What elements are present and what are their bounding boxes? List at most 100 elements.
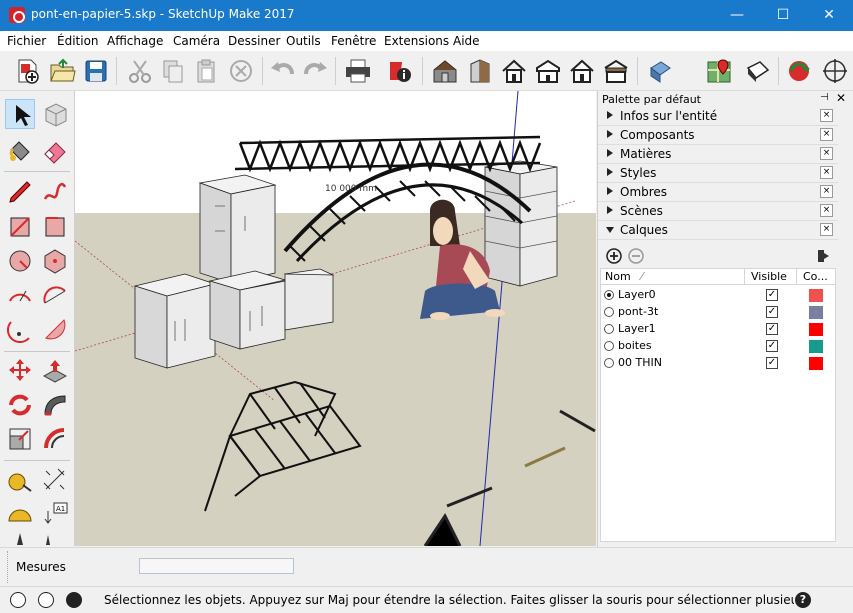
panel-close-button[interactable]: × (820, 204, 833, 217)
open-folder-icon[interactable] (47, 56, 77, 86)
pencil-line-icon[interactable] (5, 177, 35, 207)
warehouse-icon[interactable] (430, 56, 460, 86)
map-location-icon[interactable] (704, 56, 734, 86)
layer-row[interactable]: 00 THIN ✓ (601, 355, 835, 372)
eraser-icon[interactable] (40, 136, 70, 166)
new-file-icon[interactable] (12, 56, 42, 86)
share-model-icon[interactable] (743, 56, 773, 86)
active-layer-radio[interactable] (604, 290, 614, 300)
house-top-icon[interactable] (499, 56, 529, 86)
redo-icon[interactable] (300, 56, 330, 86)
menu-camera[interactable]: Caméra (173, 34, 220, 48)
menu-outils[interactable]: Outils (286, 34, 321, 48)
offset-icon[interactable] (40, 424, 70, 454)
push-pull-icon[interactable] (40, 356, 70, 386)
col-color[interactable]: Co... (803, 270, 828, 283)
panel-close-button[interactable]: × (820, 147, 833, 160)
visible-checkbox[interactable]: ✓ (766, 306, 778, 318)
tray-pin-icon[interactable]: ⊣ (820, 92, 829, 103)
select-arrow-icon[interactable] (5, 99, 35, 129)
user-account-icon[interactable] (66, 592, 82, 608)
menu-edition[interactable]: Édition (57, 34, 99, 48)
follow-me-icon[interactable] (40, 390, 70, 420)
paste-icon[interactable] (191, 56, 221, 86)
menu-affichage[interactable]: Affichage (107, 34, 163, 48)
building-front-icon[interactable] (465, 56, 495, 86)
arc-icon[interactable] (5, 281, 35, 311)
menu-extensions[interactable]: Extensions (384, 34, 449, 48)
panel-scenes[interactable]: Scènes × (598, 202, 838, 221)
house-left-icon[interactable] (533, 56, 563, 86)
measures-input[interactable] (139, 558, 294, 574)
house-right-icon[interactable] (567, 56, 597, 86)
layer-color-swatch[interactable] (809, 289, 823, 302)
save-icon[interactable] (81, 56, 111, 86)
layer-name[interactable]: Layer0 (618, 288, 656, 301)
grip-divider[interactable] (7, 551, 8, 583)
layer-color-swatch[interactable] (809, 340, 823, 353)
rotated-rectangle-icon[interactable] (40, 212, 70, 242)
layer-color-swatch[interactable] (809, 323, 823, 336)
tray-close-button[interactable]: ✕ (836, 91, 846, 105)
layer-name[interactable]: boites (618, 339, 652, 352)
panel-shadows[interactable]: Ombres × (598, 183, 838, 202)
rotate-icon[interactable] (5, 390, 35, 420)
panel-close-button[interactable]: × (820, 128, 833, 141)
visible-checkbox[interactable]: ✓ (766, 357, 778, 369)
rectangle-icon[interactable] (5, 212, 35, 242)
layer-row[interactable]: Layer0 ✓ (601, 287, 835, 304)
visible-checkbox[interactable]: ✓ (766, 289, 778, 301)
col-name[interactable]: Nom (605, 270, 631, 283)
credits-icon[interactable] (38, 592, 54, 608)
three-point-arc-icon[interactable] (5, 314, 35, 344)
house-back-icon[interactable] (601, 56, 631, 86)
3d-scene[interactable]: 10 000 mm (75, 91, 596, 546)
ruby-extension-icon[interactable] (784, 56, 814, 86)
col-visible[interactable]: Visible (751, 270, 787, 283)
layer-color-swatch[interactable] (809, 357, 823, 370)
pie-icon[interactable] (40, 314, 70, 344)
visible-checkbox[interactable]: ✓ (766, 323, 778, 335)
active-layer-radio[interactable] (604, 324, 614, 334)
modeling-viewport[interactable]: 10 000 mm (75, 91, 596, 546)
undo-icon[interactable] (268, 56, 298, 86)
erase-icon[interactable] (226, 56, 256, 86)
layer-details-icon[interactable] (818, 250, 829, 262)
layer-name[interactable]: 00 THIN (618, 356, 662, 369)
panel-close-button[interactable]: × (820, 185, 833, 198)
visible-checkbox[interactable]: ✓ (766, 340, 778, 352)
minimize-button[interactable]: — (714, 0, 760, 31)
panel-components[interactable]: Composants × (598, 126, 838, 145)
menu-aide[interactable]: Aide (453, 34, 480, 48)
panel-close-button[interactable]: × (820, 223, 833, 236)
layer-row[interactable]: boites ✓ (601, 338, 835, 355)
print-icon[interactable] (343, 56, 373, 86)
dimension-icon[interactable] (40, 465, 70, 495)
circle-icon[interactable] (5, 246, 35, 276)
geo-location-icon[interactable] (10, 592, 26, 608)
delete-layer-icon[interactable] (628, 248, 644, 264)
paint-bucket-icon[interactable] (5, 136, 35, 166)
scale-icon[interactable] (5, 424, 35, 454)
move-icon[interactable] (5, 356, 35, 386)
layer-color-swatch[interactable] (809, 306, 823, 319)
panel-entity-info[interactable]: Infos sur l'entité × (598, 107, 838, 126)
panel-layers[interactable]: Calques × (598, 221, 838, 240)
protractor-icon[interactable] (5, 499, 35, 529)
layer-row[interactable]: Layer1 ✓ (601, 321, 835, 338)
active-layer-radio[interactable] (604, 341, 614, 351)
layer-row[interactable]: pont-3t ✓ (601, 304, 835, 321)
active-layer-radio[interactable] (604, 358, 614, 368)
panel-materials[interactable]: Matières × (598, 145, 838, 164)
orbit-icon[interactable] (820, 56, 850, 86)
menu-dessiner[interactable]: Dessiner (228, 34, 280, 48)
model-info-icon[interactable] (385, 56, 415, 86)
make-component-icon[interactable] (40, 99, 70, 129)
freehand-icon[interactable] (40, 177, 70, 207)
text-icon[interactable]: A1 (40, 499, 70, 529)
tape-measure-icon[interactable] (5, 465, 35, 495)
menu-fenetre[interactable]: Fenêtre (331, 34, 376, 48)
copy-icon[interactable] (158, 56, 188, 86)
panel-styles[interactable]: Styles × (598, 164, 838, 183)
layer-name[interactable]: pont-3t (618, 305, 658, 318)
